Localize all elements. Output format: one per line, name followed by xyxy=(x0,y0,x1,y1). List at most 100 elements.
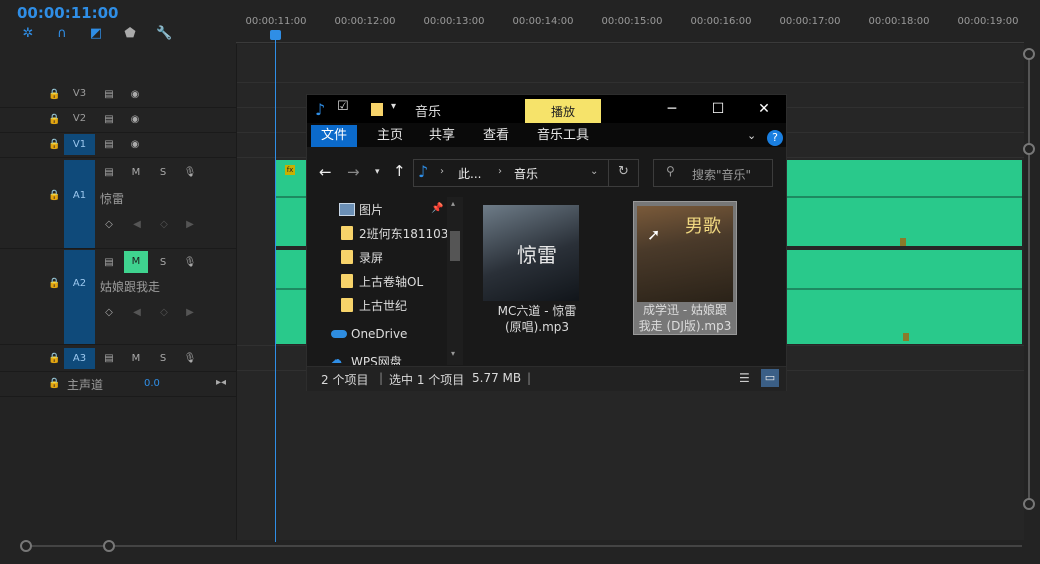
lock-icon[interactable]: 🔒 xyxy=(48,278,60,289)
add-keyframe-icon[interactable]: ◇ xyxy=(157,306,171,320)
search-box[interactable]: ⚲ 搜索"音乐" xyxy=(653,159,773,187)
lock-icon[interactable]: 🔒 xyxy=(48,89,60,100)
large-icons-view-icon[interactable]: ▭ xyxy=(761,369,779,387)
mute-button[interactable]: M xyxy=(124,251,148,273)
timecode-display[interactable]: 00:00:11:00 xyxy=(17,4,119,22)
master-volume-value[interactable]: 0.0 xyxy=(144,378,160,389)
scroll-up-icon[interactable]: ▴ xyxy=(451,199,455,208)
new-folder-icon[interactable] xyxy=(371,103,383,116)
playhead-line[interactable] xyxy=(275,32,276,542)
microphone-icon[interactable]: 🎙 xyxy=(183,352,197,366)
microphone-icon[interactable]: 🎙 xyxy=(183,256,197,270)
sync-lock-icon[interactable]: ▤ xyxy=(102,166,116,180)
close-button[interactable]: ✕ xyxy=(741,95,787,123)
track-target-a2[interactable] xyxy=(64,250,95,344)
microphone-icon[interactable]: 🎙 xyxy=(183,166,197,180)
address-dropdown-icon[interactable]: ⌄ xyxy=(590,166,598,177)
file-item-selected[interactable]: 男歌 成学迅 - 姑娘跟 我走 (DJ版).mp3 xyxy=(633,201,737,335)
time-ruler[interactable]: 00:00:11:00 00:00:12:00 00:00:13:00 00:0… xyxy=(236,0,1040,44)
scroll-handle-bottom[interactable] xyxy=(1023,498,1035,510)
solo-button[interactable]: S xyxy=(156,256,170,270)
minimize-button[interactable]: ─ xyxy=(649,95,695,123)
next-keyframe-icon[interactable]: ▶ xyxy=(183,218,197,232)
prev-keyframe-icon[interactable]: ◀ xyxy=(130,218,144,232)
hscroll-handle-right[interactable] xyxy=(103,540,115,552)
add-keyframe-icon[interactable]: ◇ xyxy=(157,218,171,232)
nav-item-folder[interactable]: 2班何东181103 xyxy=(359,225,449,242)
next-keyframe-icon[interactable]: ▶ xyxy=(183,306,197,320)
nav-item-pictures[interactable]: 图片 xyxy=(359,201,383,218)
keyframe-icon[interactable]: ◇ xyxy=(102,218,116,232)
address-bar[interactable]: ♪ › 此... › 音乐 ⌄ ↻ xyxy=(413,159,639,187)
scroll-down-icon[interactable]: ▾ xyxy=(451,349,455,358)
lock-icon[interactable]: 🔒 xyxy=(48,114,60,125)
tab-home[interactable]: 主页 xyxy=(367,125,413,147)
back-arrow-icon[interactable]: ← xyxy=(319,163,332,181)
context-tab-play[interactable]: 播放 xyxy=(525,99,601,125)
sync-lock-icon[interactable]: ▤ xyxy=(102,352,116,366)
chevron-down-icon[interactable]: ⌄ xyxy=(747,129,756,142)
track-label[interactable]: A2 xyxy=(64,278,95,289)
lock-icon[interactable]: 🔒 xyxy=(48,190,60,201)
playhead-handle[interactable] xyxy=(270,30,281,40)
lock-icon[interactable]: 🔒 xyxy=(48,353,60,364)
nav-scrollbar[interactable]: ▴ ▾ xyxy=(447,197,463,365)
scroll-handle-top[interactable] xyxy=(1023,48,1035,60)
track-label[interactable]: A3 xyxy=(64,348,95,369)
tab-music-tools[interactable]: 音乐工具 xyxy=(527,125,599,147)
file-item[interactable]: 惊雷 MC六道 - 惊雷 (原唱).mp3 xyxy=(477,201,597,334)
nav-item-onedrive[interactable]: OneDrive xyxy=(351,327,407,341)
up-arrow-icon[interactable]: ↑ xyxy=(393,162,406,180)
refresh-icon[interactable]: ↻ xyxy=(618,164,629,179)
solo-button[interactable]: S xyxy=(156,352,170,366)
pin-icon[interactable]: 📌 xyxy=(431,203,443,214)
quick-access-dropdown-icon[interactable]: ▾ xyxy=(391,101,396,112)
scroll-thumb[interactable] xyxy=(450,231,460,261)
breadcrumb-music[interactable]: 音乐 xyxy=(514,165,538,182)
lock-icon[interactable]: 🔒 xyxy=(48,139,60,150)
eye-icon[interactable]: ◉ xyxy=(128,88,142,102)
mute-button[interactable]: M xyxy=(129,166,143,180)
sync-lock-icon[interactable]: ▤ xyxy=(102,113,116,127)
go-to-end-icon[interactable]: ▸◂ xyxy=(214,376,228,390)
eye-icon[interactable]: ◉ xyxy=(128,113,142,127)
linked-selection-icon[interactable]: ∩ xyxy=(54,26,70,42)
track-label[interactable]: V3 xyxy=(64,88,95,99)
track-label[interactable]: A1 xyxy=(64,190,95,201)
marker-icon[interactable]: ◩ xyxy=(88,26,104,42)
tab-share[interactable]: 共享 xyxy=(419,125,465,147)
sync-lock-icon[interactable]: ▤ xyxy=(102,138,116,152)
nav-item-folder[interactable]: 录屏 xyxy=(359,249,383,266)
vertical-scrollbar[interactable] xyxy=(1028,52,1030,505)
lock-icon[interactable]: 🔒 xyxy=(48,378,60,389)
keyframe-marker[interactable] xyxy=(903,333,909,341)
tab-file[interactable]: 文件 xyxy=(311,125,358,147)
prev-keyframe-icon[interactable]: ◀ xyxy=(130,306,144,320)
horizontal-scrollbar[interactable] xyxy=(26,545,1022,547)
nav-item-wps[interactable]: WPS网盘 xyxy=(351,353,402,365)
wrench-icon[interactable]: 🔧 xyxy=(156,26,172,42)
nav-item-folder[interactable]: 上古卷轴OL xyxy=(359,273,423,290)
recent-dropdown-icon[interactable]: ▾ xyxy=(375,167,380,177)
maximize-button[interactable]: ☐ xyxy=(695,95,741,123)
track-target-a1[interactable] xyxy=(64,160,95,248)
snap-icon[interactable]: ✲ xyxy=(20,26,36,42)
title-bar[interactable]: ♪ ☑ ▾ 音乐 播放 ─ ☐ ✕ xyxy=(307,95,787,125)
nav-item-folder[interactable]: 上古世纪 xyxy=(359,297,407,314)
forward-arrow-icon[interactable]: → xyxy=(347,163,360,181)
breadcrumb-this-pc[interactable]: 此... xyxy=(458,165,481,182)
tab-view[interactable]: 查看 xyxy=(473,125,519,147)
track-label[interactable]: V1 xyxy=(64,134,95,155)
help-icon[interactable]: ? xyxy=(767,130,783,146)
hscroll-handle-left[interactable] xyxy=(20,540,32,552)
details-view-icon[interactable]: ☰ xyxy=(739,371,750,385)
properties-icon[interactable]: ☑ xyxy=(337,99,349,114)
keyframe-icon[interactable]: ◇ xyxy=(102,306,116,320)
scroll-handle[interactable] xyxy=(1023,143,1035,155)
sync-lock-icon[interactable]: ▤ xyxy=(102,88,116,102)
solo-button[interactable]: S xyxy=(156,166,170,180)
keyframe-marker[interactable] xyxy=(900,238,906,246)
add-marker-icon[interactable]: ⬟ xyxy=(122,26,138,42)
eye-icon[interactable]: ◉ xyxy=(128,138,142,152)
mute-button[interactable]: M xyxy=(129,352,143,366)
